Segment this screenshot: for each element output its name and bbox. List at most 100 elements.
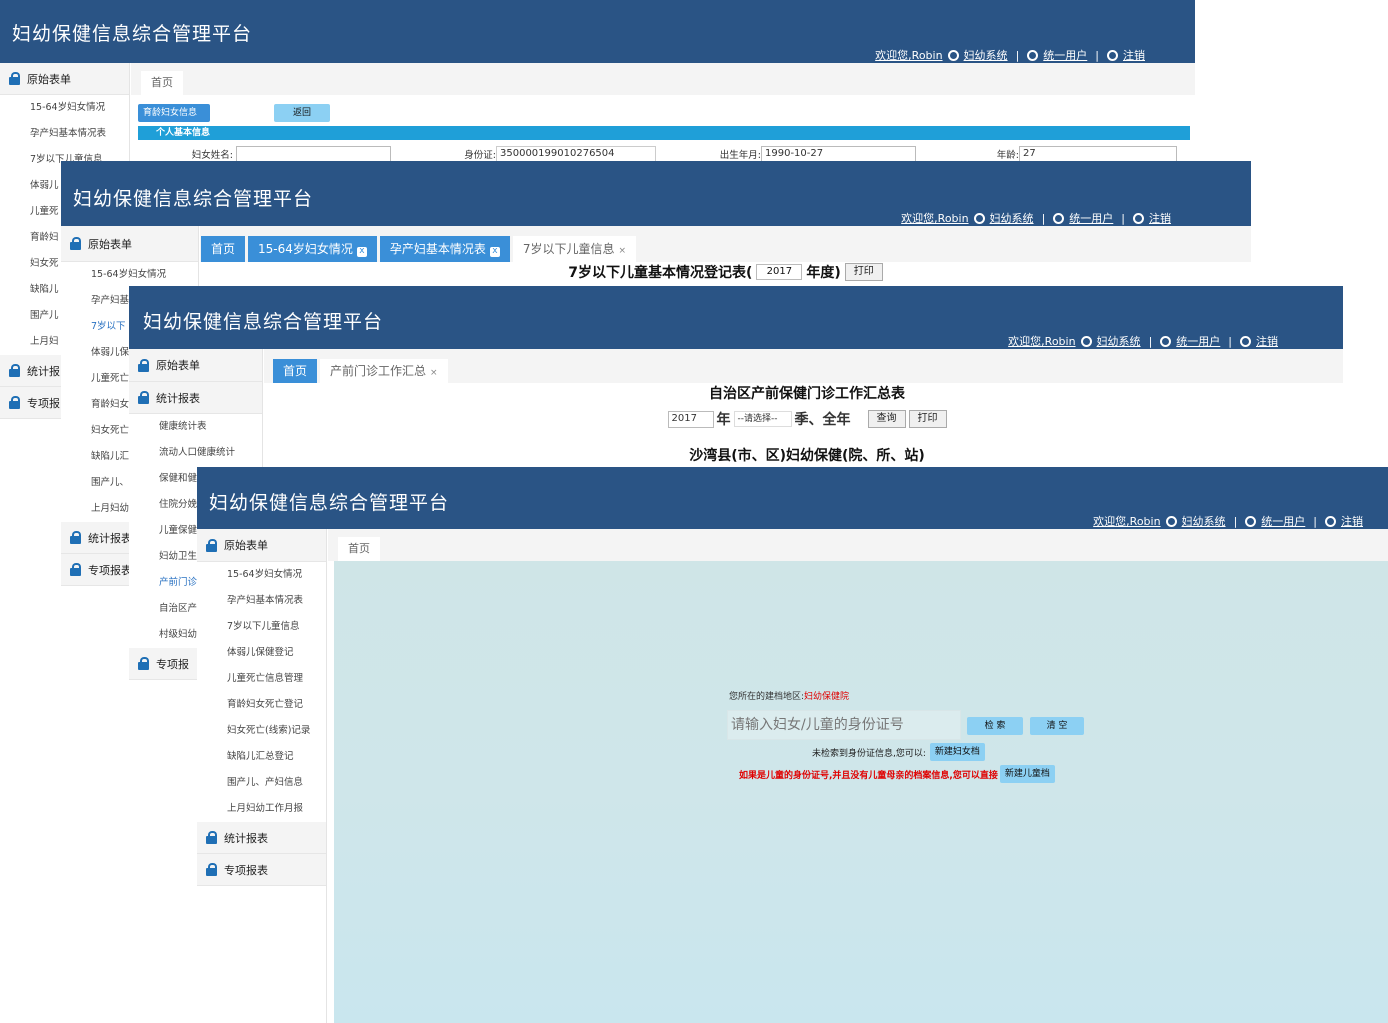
lock-icon bbox=[137, 358, 150, 372]
welcome-link[interactable]: 欢迎您,Robin bbox=[901, 210, 968, 226]
system-link[interactable]: 妇幼系统 bbox=[1097, 333, 1141, 349]
close-icon[interactable]: × bbox=[619, 246, 627, 256]
sidebar-item[interactable]: 围产儿、产妇信息 bbox=[197, 770, 326, 796]
unified-user-link[interactable]: 统一用户 bbox=[1069, 210, 1113, 226]
sidebar-group-special[interactable]: 专项报表 bbox=[197, 854, 326, 886]
back-button[interactable]: 返回 bbox=[274, 104, 330, 122]
gear-icon bbox=[1053, 212, 1065, 224]
logout-link[interactable]: 注销 bbox=[1149, 210, 1171, 226]
print-button[interactable]: 打印 bbox=[908, 410, 947, 428]
new-child-button[interactable]: 新建儿童档 bbox=[999, 765, 1055, 783]
welcome-link[interactable]: 欢迎您,Robin bbox=[875, 47, 942, 63]
tab-home[interactable]: 首页 bbox=[273, 359, 318, 383]
gear-icon bbox=[1027, 49, 1039, 61]
area-line: 您所在的建档地区:妇幼保健院 bbox=[729, 689, 849, 702]
sidebar-item[interactable]: 育龄妇女死亡登记 bbox=[197, 692, 326, 718]
report-title: 7岁以下儿童基本情况登记表( bbox=[568, 265, 753, 281]
sidebar-group-stats[interactable]: 统计报表 bbox=[197, 822, 326, 854]
logout-link[interactable]: 注销 bbox=[1256, 333, 1278, 349]
tab-prenatal[interactable]: 产前门诊工作汇总 × bbox=[320, 359, 448, 383]
child-hint-line: 如果是儿童的身份证号,并且没有儿童母亲的档案信息,您可以直接 新建儿童档 bbox=[739, 765, 1055, 783]
clear-button[interactable]: 清 空 bbox=[1030, 717, 1084, 735]
year-field[interactable]: 2017 bbox=[756, 264, 803, 280]
unified-user-link[interactable]: 统一用户 bbox=[1176, 333, 1220, 349]
logout-link[interactable]: 注销 bbox=[1123, 47, 1145, 63]
app-title: 妇幼保健信息综合管理平台 bbox=[73, 188, 314, 210]
sidebar-item[interactable]: 妇女死亡(线索)记录 bbox=[197, 718, 326, 744]
sidebar-item[interactable]: 7岁以下儿童信息 bbox=[197, 614, 326, 640]
age-field[interactable]: 27 bbox=[1019, 146, 1177, 162]
new-woman-button[interactable]: 新建妇女档 bbox=[929, 743, 985, 761]
gear-icon bbox=[947, 49, 959, 61]
system-link[interactable]: 妇幼系统 bbox=[990, 210, 1034, 226]
clock-icon bbox=[1107, 49, 1118, 61]
logout-link[interactable]: 注销 bbox=[1341, 513, 1363, 529]
report-title-suffix: 年度) bbox=[806, 265, 841, 281]
close-icon[interactable]: x bbox=[489, 247, 500, 257]
app-title: 妇幼保健信息综合管理平台 bbox=[209, 492, 450, 514]
sidebar-group-forms[interactable]: 原始表单 bbox=[0, 63, 129, 95]
query-button[interactable]: 查询 bbox=[867, 410, 906, 428]
unlock-icon bbox=[8, 72, 21, 85]
dob-field[interactable]: 1990-10-27 bbox=[761, 146, 916, 162]
summary-subtitle: 沙湾县(市、区)妇幼保健(院、所、站) bbox=[689, 448, 925, 464]
id-search-input[interactable]: 请输入妇女/儿童的身份证号 bbox=[727, 710, 961, 740]
sidebar: 原始表单 15-64岁妇女情况 孕产妇基本情况表 7岁以下儿童信息 体弱儿保健登… bbox=[197, 529, 327, 1023]
sidebar-item[interactable]: 上月妇幼工作月报 bbox=[197, 796, 326, 822]
gear-icon bbox=[1245, 515, 1257, 527]
sidebar-group-stats[interactable]: 统计报表 bbox=[129, 382, 262, 414]
sidebar-item[interactable]: 健康统计表 bbox=[129, 414, 262, 440]
system-link[interactable]: 妇幼系统 bbox=[1182, 513, 1226, 529]
close-icon[interactable]: × bbox=[430, 368, 438, 378]
tab-children[interactable]: 7岁以下儿童信息 × bbox=[512, 236, 637, 262]
women-form: 育龄妇女信息 返回 个人基本信息 妇女姓名: 身份证: 350000199010… bbox=[138, 104, 1190, 162]
tab-women[interactable]: 15-64岁妇女情况 x bbox=[248, 236, 377, 262]
unified-user-link[interactable]: 统一用户 bbox=[1261, 513, 1305, 529]
user-bar: 欢迎您,Robin 妇幼系统 | 统一用户 | 注销 bbox=[901, 210, 1171, 226]
print-button[interactable]: 打印 bbox=[844, 263, 883, 281]
id-field[interactable]: 350000199010276504 bbox=[496, 146, 656, 162]
unlock-icon bbox=[137, 391, 150, 404]
user-bar: 欢迎您,Robin 妇幼系统 | 统一用户 | 注销 bbox=[875, 47, 1145, 63]
sidebar-item[interactable]: 体弱儿保健登记 bbox=[197, 640, 326, 666]
welcome-link[interactable]: 欢迎您,Robin bbox=[1008, 333, 1075, 349]
sidebar-item[interactable]: 15-64岁妇女情况 bbox=[0, 95, 129, 121]
sidebar-item[interactable]: 孕产妇基本情况表 bbox=[197, 588, 326, 614]
close-icon[interactable]: x bbox=[356, 247, 367, 257]
name-label: 妇女姓名: bbox=[191, 150, 233, 161]
tab-pregnant[interactable]: 孕产妇基本情况表 x bbox=[379, 236, 510, 262]
not-found-line: 未检索到身份证信息,您可以: 新建妇女档 bbox=[812, 743, 985, 761]
sidebar-group-forms[interactable]: 原始表单 bbox=[129, 349, 262, 382]
sidebar-group-forms[interactable]: 原始表单 bbox=[61, 226, 198, 262]
year-unit: 年 bbox=[716, 412, 731, 428]
tab-home[interactable]: 首页 bbox=[338, 537, 380, 561]
sidebar-item[interactable]: 缺陷儿汇总登记 bbox=[197, 744, 326, 770]
sidebar-item[interactable]: 儿童死亡信息管理 bbox=[197, 666, 326, 692]
sidebar-item[interactable]: 15-64岁妇女情况 bbox=[197, 562, 326, 588]
name-field[interactable] bbox=[236, 146, 391, 162]
app-header: 妇幼保健信息综合管理平台 欢迎您,Robin 妇幼系统 | 统一用户 | 注销 bbox=[129, 286, 1343, 349]
report-header: 7岁以下儿童基本情况登记表( 2017 年度) 打印 bbox=[200, 262, 1251, 282]
search-button[interactable]: 检 索 bbox=[967, 717, 1023, 735]
sidebar-item[interactable]: 15-64岁妇女情况 bbox=[61, 262, 198, 288]
form-tab[interactable]: 育龄妇女信息 bbox=[138, 104, 210, 122]
quarter-select[interactable]: --请选择-- bbox=[733, 411, 792, 427]
lock-icon bbox=[205, 863, 218, 876]
tab-bar: 首页 bbox=[131, 63, 1195, 95]
quarter-unit: 季、全年 bbox=[794, 412, 851, 428]
summary-content: 自治区产前保健门诊工作汇总表 2017 年 --请选择-- 季、全年 查询 打印… bbox=[271, 383, 1343, 465]
system-link[interactable]: 妇幼系统 bbox=[964, 47, 1008, 63]
sidebar-item[interactable]: 孕产妇基本情况表 bbox=[0, 121, 129, 147]
year-field[interactable]: 2017 bbox=[667, 410, 714, 428]
welcome-link[interactable]: 欢迎您,Robin bbox=[1093, 513, 1160, 529]
search-panel: 您所在的建档地区:妇幼保健院 请输入妇女/儿童的身份证号 检 索 清 空 未检索… bbox=[334, 561, 1388, 1023]
tab-home[interactable]: 首页 bbox=[141, 71, 183, 95]
sidebar-group-forms[interactable]: 原始表单 bbox=[197, 529, 326, 562]
unified-user-link[interactable]: 统一用户 bbox=[1043, 47, 1087, 63]
sidebar-item[interactable]: 流动人口健康统计 bbox=[129, 440, 262, 466]
clock-icon bbox=[1325, 515, 1336, 527]
tab-bar: 首页 产前门诊工作汇总 × bbox=[264, 349, 1343, 383]
age-label: 年龄: bbox=[996, 150, 1019, 161]
gear-icon bbox=[1160, 335, 1172, 347]
tab-home[interactable]: 首页 bbox=[201, 236, 246, 262]
